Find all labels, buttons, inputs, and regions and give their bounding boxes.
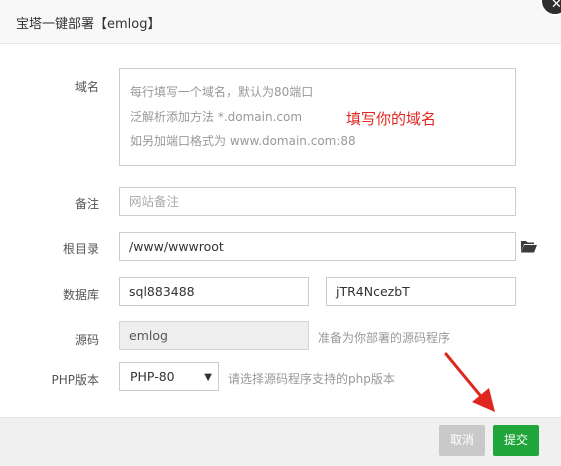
database-label: 数据库 [62, 288, 99, 302]
folder-open-icon[interactable] [521, 240, 537, 253]
red-arrow-annotation [444, 352, 495, 412]
php-hint: 请选择源码程序支持的php版本 [228, 372, 395, 386]
cancel-button[interactable]: 取消 [439, 425, 485, 456]
php-label: PHP版本 [51, 373, 100, 387]
remark-label: 备注 [74, 197, 99, 211]
domain-label: 域名 [74, 80, 99, 94]
domain-placeholder-line: 泛解析添加方法 *.domain.com [130, 110, 303, 124]
close-icon: ✕ [551, 0, 561, 12]
php-version-select[interactable]: PHP-80 ▼ [119, 362, 219, 391]
remark-input[interactable]: 网站备注 [119, 187, 516, 216]
database-password-input[interactable]: jTR4NcezbT [326, 277, 516, 306]
database-user-input[interactable]: sql883488 [119, 277, 309, 306]
domain-placeholder-line: 如另加端口格式为 www.domain.com:88 [130, 134, 356, 148]
source-hint: 准备为你部署的源码程序 [318, 331, 451, 345]
domain-annotation: 填写你的域名 [346, 110, 437, 128]
dialog-titlebar: 宝塔一键部署【emlog】 [0, 0, 561, 44]
source-input: emlog [119, 321, 309, 350]
root-input[interactable]: /www/wwwroot [119, 232, 516, 261]
dialog-title: 宝塔一键部署【emlog】 [16, 17, 161, 32]
domain-placeholder-line: 每行填写一个域名，默认为80端口 [130, 85, 314, 99]
root-label: 根目录 [62, 242, 99, 256]
caret-down-icon: ▼ [204, 372, 212, 383]
source-label: 源码 [74, 333, 99, 347]
php-version-value: PHP-80 [130, 369, 175, 384]
domain-textarea[interactable]: 每行填写一个域名，默认为80端口 泛解析添加方法 *.domain.com 如另… [119, 68, 516, 166]
submit-button[interactable]: 提交 [493, 425, 539, 456]
